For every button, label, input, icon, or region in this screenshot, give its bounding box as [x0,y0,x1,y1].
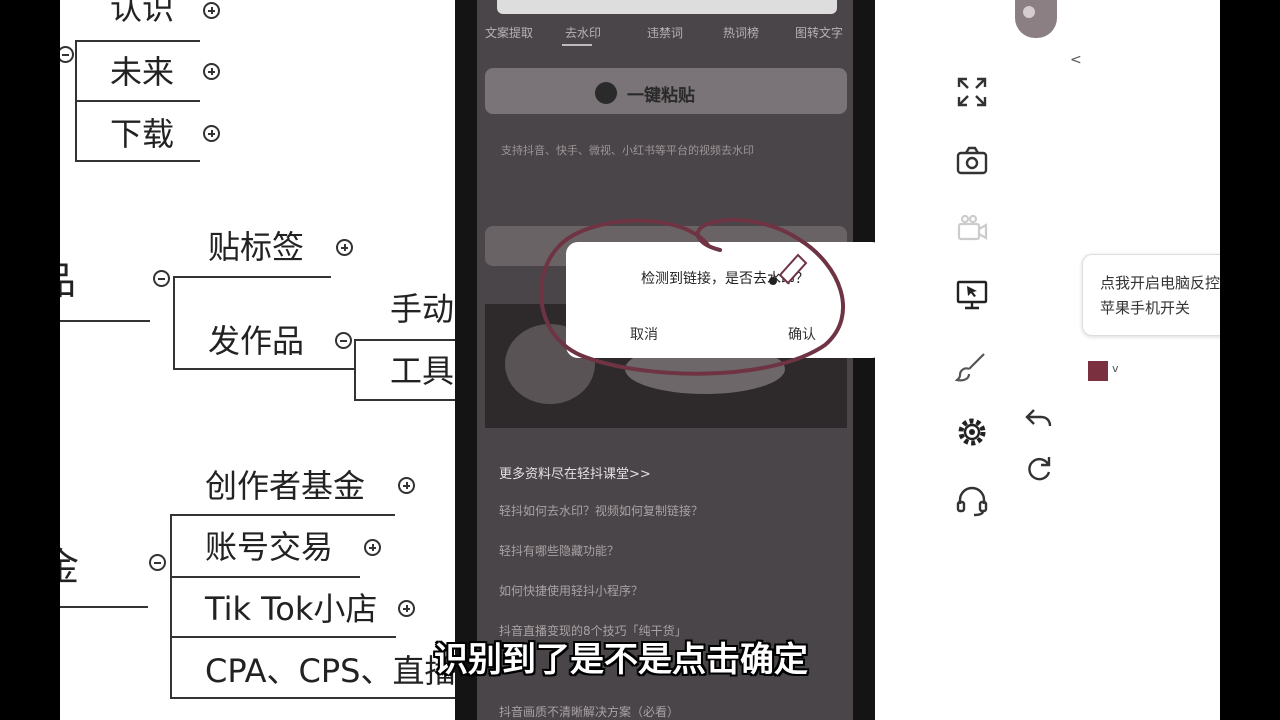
branch-line [173,368,356,370]
mindmap-node-works[interactable]: 作品 [60,262,76,300]
mindmap-node[interactable]: 下载 [110,118,174,150]
expand-icon[interactable] [203,2,220,19]
mindmap-node[interactable]: 未来 [110,56,174,88]
branch-line [354,339,356,401]
mindmap-node[interactable]: 贴标签 [208,231,304,263]
tab-remove-watermark[interactable]: 去水印 [565,24,601,41]
branch-line [60,320,150,322]
screen-control-icon[interactable] [955,278,989,312]
gear-icon[interactable] [955,415,989,449]
user-avatar[interactable] [1015,0,1057,38]
expand-icon[interactable] [364,539,381,556]
tab-hot-words[interactable]: 热词榜 [723,24,759,41]
tool-tabs: 文案提取 去水印 违禁词 热词榜 图转文字 [477,24,853,50]
expand-icon[interactable] [336,239,353,256]
pen-color-swatch[interactable] [1088,361,1108,381]
fullscreen-icon[interactable] [955,75,989,109]
headset-icon[interactable] [955,484,989,518]
mindmap-node[interactable]: 手动 [390,293,454,325]
mindmap-node[interactable]: 工具 [390,355,454,387]
branch-line [170,636,396,638]
branch-line [173,276,175,370]
branch-line [60,606,148,608]
camera-icon[interactable] [955,144,989,178]
branch-line [170,514,172,698]
resource-link[interactable]: 如何快捷使用轻抖小程序？ [499,582,643,599]
expand-icon[interactable] [203,125,220,142]
mindmap-node-monetize[interactable]: 变现金 [60,548,79,586]
phone-top-strip [497,0,837,14]
annotation-scribble [539,218,845,376]
tab-banned-words[interactable]: 违禁词 [647,24,683,41]
paste-icon [595,82,617,104]
mindmap-node[interactable]: 认识 [110,0,174,24]
redo-icon[interactable] [1022,452,1056,486]
mindmap-node[interactable]: Tik Tok小店 [205,593,377,625]
collapse-icon[interactable] [60,46,74,63]
undo-icon[interactable] [1022,404,1056,438]
tooltip-text: 苹果手机开关 [1100,299,1191,317]
expand-icon[interactable] [203,63,220,80]
expand-icon[interactable] [398,477,415,494]
branch-line [75,160,200,162]
tab-image-to-text[interactable]: 图转文字 [795,24,843,41]
reverse-control-tooltip[interactable]: 点我开启电脑反控 苹果手机开关 [1082,254,1220,336]
video-subtitle: 识别到了是不是点击确定 [434,640,808,680]
branch-line [170,576,360,578]
collapse-icon[interactable] [153,270,170,287]
more-resources-title[interactable]: 更多资料尽在轻抖课堂>> [499,463,651,482]
collapse-icon[interactable] [335,332,352,349]
resource-link[interactable]: 轻抖如何去水印？视频如何复制链接？ [499,502,703,519]
chevron-down-icon[interactable]: v [1112,362,1119,375]
tab-copy-extract[interactable]: 文案提取 [485,24,533,41]
mindmap-node[interactable]: 发作品 [208,325,304,357]
feature-description: 支持抖音、快手、微视、小红书等平台的视频去水印 [501,144,754,157]
tooltip-text: 点我开启电脑反控 [1100,274,1220,292]
brush-icon[interactable] [955,350,989,384]
branch-line [75,40,200,42]
mindmap-node[interactable]: 创作者基金 [205,470,365,502]
active-tab-indicator [562,44,592,46]
resource-link[interactable]: 抖音画质不清晰解决方案（必看） [499,703,679,720]
video-record-icon[interactable] [955,212,989,246]
branch-line [170,514,395,516]
collapse-icon[interactable] [149,554,166,571]
branch-line [173,276,331,278]
branch-line [75,100,200,102]
resource-link[interactable]: 轻抖有哪些隐藏功能？ [499,542,619,559]
paste-button-label: 一键粘贴 [627,86,695,106]
mindmap-node[interactable]: 账号交易 [205,531,333,563]
chevron-left-icon[interactable]: < [1070,52,1082,68]
expand-icon[interactable] [398,600,415,617]
